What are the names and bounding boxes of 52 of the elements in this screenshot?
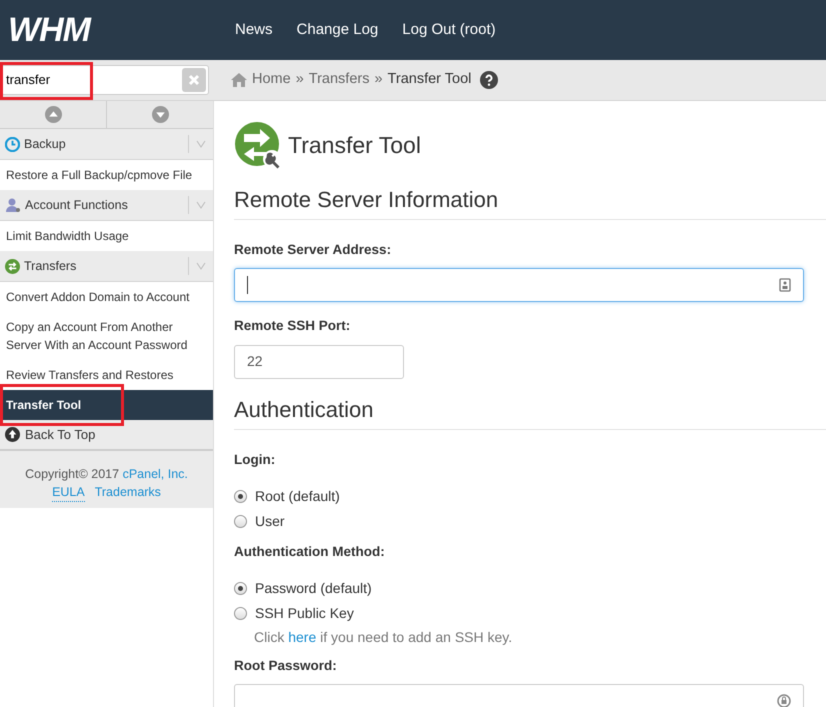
field-label: Authentication Method: [234, 542, 386, 561]
search-field[interactable]: transfer [1, 65, 209, 95]
clear-button[interactable] [182, 68, 206, 92]
section-heading: Authentication [234, 392, 826, 430]
field-label: Remote Server Address: [234, 241, 392, 259]
radio-button[interactable] [234, 490, 247, 503]
breadcrumb-separator: » [296, 70, 304, 90]
contact-card-icon [779, 278, 791, 292]
radio-label: Password (default) [255, 579, 372, 598]
nav-link[interactable]: Log Out (root) [402, 18, 496, 42]
close-icon [188, 74, 200, 86]
field-label: Root Password: [234, 657, 338, 675]
sidebar-group-header[interactable]: Account Functions [0, 190, 213, 221]
group-title: Backup [24, 136, 67, 153]
back-to-top-link[interactable]: Back To Top [0, 420, 213, 451]
nav-link[interactable]: Change Log [296, 18, 378, 42]
help-icon[interactable] [480, 71, 498, 89]
radio-label: Root (default) [255, 486, 340, 506]
here-link[interactable]: here [288, 629, 316, 645]
breadcrumb-link[interactable]: Transfer Tool [388, 69, 472, 91]
clock-icon [5, 136, 20, 152]
arrows-icon [5, 258, 20, 274]
logo: WHM [7, 13, 92, 47]
group-title: Account Functions [25, 196, 129, 214]
text-field[interactable]: 22 [234, 344, 404, 378]
text-field[interactable] [234, 268, 804, 302]
field-label: Login: [234, 450, 276, 469]
breadcrumb-link[interactable]: Transfers [308, 69, 370, 91]
chevron-icon [196, 262, 206, 270]
sidebar-group-header[interactable]: Transfers [0, 251, 213, 282]
field-label: Remote SSH Port: [234, 317, 352, 336]
section-heading: Remote Server Information [234, 183, 826, 220]
breadcrumb-separator: » [374, 70, 383, 90]
hint-text: Click here if you need to add an SSH key. [254, 628, 514, 647]
radio-button[interactable] [234, 607, 247, 620]
radio-button[interactable] [234, 582, 247, 595]
page-title: Transfer Tool [288, 130, 421, 160]
chevron-icon [196, 140, 206, 148]
home-icon [231, 73, 247, 87]
lock-icon [777, 694, 791, 707]
group-title: Transfers [24, 258, 78, 275]
radio-button[interactable] [234, 514, 247, 528]
transfer-tool-icon [234, 121, 282, 169]
copyright-text: Copyright© 2017 [25, 467, 120, 481]
chevron-icon [196, 201, 206, 209]
radio-label: SSH Public Key [255, 604, 354, 623]
nav-link[interactable]: News [235, 18, 273, 42]
user-icon [5, 197, 21, 213]
sidebar-group-header[interactable]: Backup [0, 129, 213, 160]
breadcrumb-link[interactable]: Home [252, 69, 291, 91]
radio-label: User [255, 512, 285, 531]
sidebar-item[interactable]: Transfer Tool [0, 390, 213, 420]
